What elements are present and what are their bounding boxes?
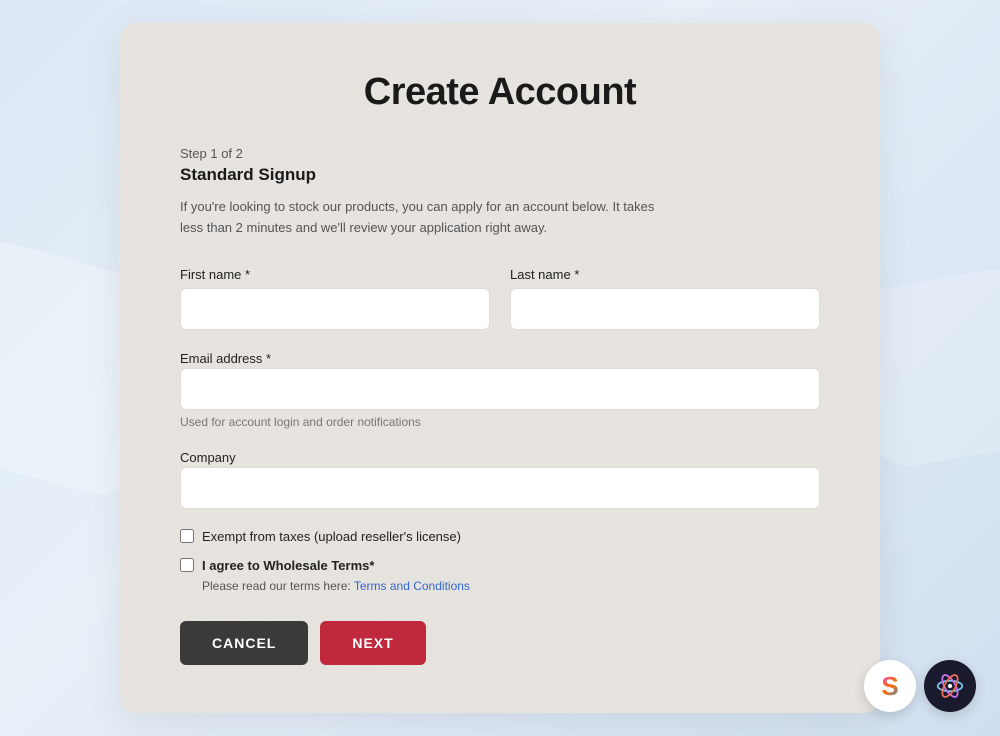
name-row: First name * Last name * xyxy=(180,267,820,330)
first-name-group: First name * xyxy=(180,267,490,330)
email-hint: Used for account login and order notific… xyxy=(180,415,820,429)
next-button[interactable]: NEXT xyxy=(320,621,425,665)
step-label: Step 1 of 2 xyxy=(180,146,820,161)
company-section: Company xyxy=(180,449,820,509)
first-name-label: First name * xyxy=(180,267,490,282)
terms-line: Please read our terms here: Terms and Co… xyxy=(202,579,820,593)
email-section: Email address * Used for account login a… xyxy=(180,350,820,429)
email-input[interactable] xyxy=(180,368,820,410)
terms-label[interactable]: I agree to Wholesale Terms* xyxy=(202,558,374,573)
create-account-card: Create Account Step 1 of 2 Standard Sign… xyxy=(120,23,880,713)
button-row: CANCEL NEXT xyxy=(180,621,820,665)
email-label: Email address * xyxy=(180,351,271,366)
terms-group: I agree to Wholesale Terms* xyxy=(180,558,820,573)
s-icon-button[interactable]: S xyxy=(864,660,916,712)
tax-exempt-group: Exempt from taxes (upload reseller's lic… xyxy=(180,529,820,544)
last-name-group: Last name * xyxy=(510,267,820,330)
terms-checkbox[interactable] xyxy=(180,558,194,572)
cancel-button[interactable]: CANCEL xyxy=(180,621,308,665)
last-name-input[interactable] xyxy=(510,288,820,330)
terms-prefix: Please read our terms here: xyxy=(202,579,354,593)
last-name-label: Last name * xyxy=(510,267,820,282)
company-label: Company xyxy=(180,450,236,465)
step-heading: Standard Signup xyxy=(180,165,820,185)
tax-exempt-label[interactable]: Exempt from taxes (upload reseller's lic… xyxy=(202,529,461,544)
step-description: If you're looking to stock our products,… xyxy=(180,197,660,239)
first-name-input[interactable] xyxy=(180,288,490,330)
floating-icons: S xyxy=(864,660,976,712)
company-input[interactable] xyxy=(180,467,820,509)
terms-link[interactable]: Terms and Conditions xyxy=(354,579,470,593)
s-letter: S xyxy=(881,671,898,702)
atom-icon xyxy=(936,672,964,700)
page-title: Create Account xyxy=(180,71,820,114)
tax-exempt-checkbox[interactable] xyxy=(180,529,194,543)
bolt-icon-button[interactable] xyxy=(924,660,976,712)
